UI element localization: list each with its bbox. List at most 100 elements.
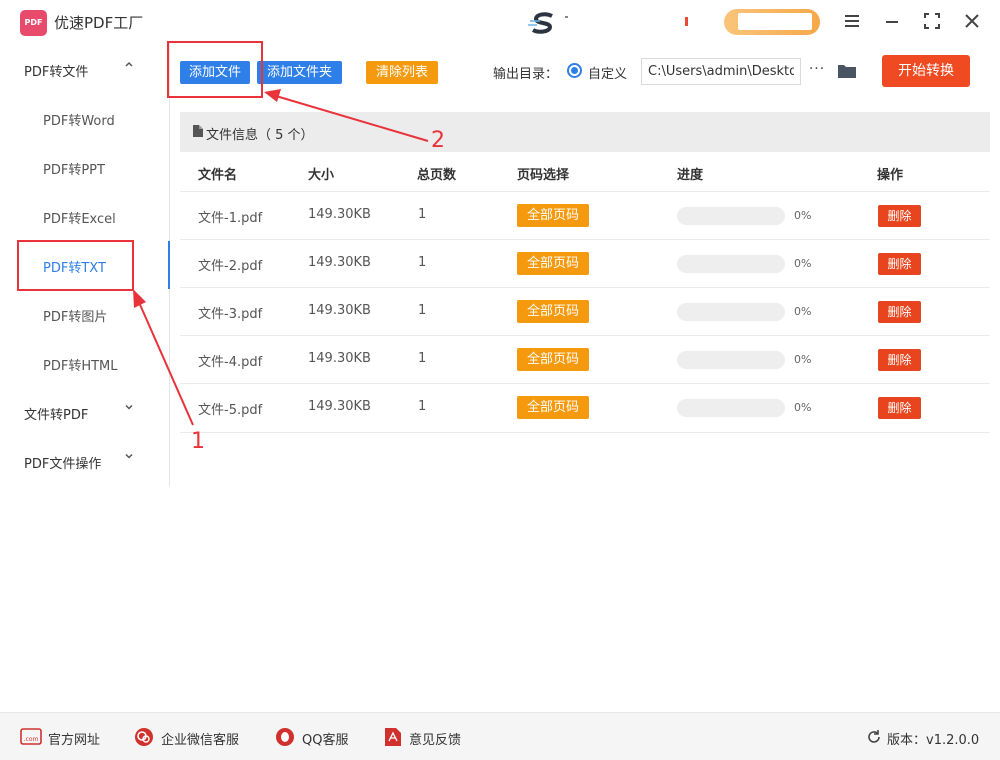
output-dir-label: 输出目录： (493, 67, 559, 82)
sidebar-group-label: PDF文件操作 (24, 457, 102, 472)
separator-dot (565, 16, 568, 18)
chevron-up-icon (124, 59, 134, 72)
file-size: 149.30KB (308, 303, 371, 318)
promo-pill-inner (738, 13, 812, 30)
minimize-icon[interactable] (880, 9, 904, 33)
annotation-box-pdf-to-txt (17, 240, 134, 291)
sidebar-group-pdf-to-file[interactable]: PDF转文件 (0, 45, 170, 93)
file-panel: 文件信息（ 5 个） 文件名 大小 总页数 页码选择 进度 操作 文件-1.pd… (180, 112, 990, 702)
column-header-size: 大小 (308, 168, 335, 183)
version-label: 版本：v1.2.0.0 (887, 733, 980, 748)
toolbar: 添加文件 添加文件夹 清除列表 输出目录： 自定义 ··· 开始转换 (170, 43, 1000, 100)
promo-pill[interactable] (724, 9, 820, 35)
sidebar-group-label: PDF转文件 (24, 65, 89, 80)
table-empty-area (180, 432, 990, 702)
table-row: 文件-2.pdf 149.30KB 1 全部页码 0% 删除 (180, 239, 990, 287)
sidebar-item-pdf-to-word[interactable]: PDF转Word (0, 94, 170, 142)
delete-button[interactable]: 删除 (878, 253, 921, 275)
document-icon (193, 125, 203, 137)
page-count: 1 (418, 255, 427, 270)
close-icon[interactable] (960, 9, 984, 33)
page-select-button[interactable]: 全部页码 (517, 252, 589, 275)
table-row: 文件-3.pdf 149.30KB 1 全部页码 0% 删除 (180, 287, 990, 335)
feedback-label: 意见反馈 (409, 733, 462, 748)
custom-dir-radio-label[interactable]: 自定义 (588, 63, 627, 82)
delete-button[interactable]: 删除 (878, 349, 921, 371)
chevron-down-icon (124, 451, 134, 464)
table-row: 文件-1.pdf 149.30KB 1 全部页码 0% 删除 (180, 191, 990, 239)
sidebar-item-pdf-to-ppt[interactable]: PDF转PPT (0, 143, 170, 191)
file-size: 149.30KB (308, 207, 371, 222)
folder-icon[interactable] (837, 63, 857, 79)
annotation-label-2: 2 (431, 128, 445, 153)
notification-mark (685, 17, 688, 26)
file-name: 文件-3.pdf (198, 307, 263, 322)
progress-percent: 0% (794, 305, 812, 318)
file-name: 文件-2.pdf (198, 259, 263, 274)
file-size: 149.30KB (308, 351, 371, 366)
sidebar-item-label: PDF转PPT (43, 163, 105, 178)
file-table: 文件名 大小 总页数 页码选择 进度 操作 文件-1.pdf 149.30KB … (180, 152, 990, 432)
progress-bar (677, 399, 785, 417)
qq-icon (276, 728, 294, 746)
progress-percent: 0% (794, 209, 812, 222)
progress-bar (677, 351, 785, 369)
start-convert-button[interactable]: 开始转换 (882, 55, 970, 87)
page-select-button[interactable]: 全部页码 (517, 300, 589, 323)
sidebar-group-pdf-operations[interactable]: PDF文件操作 (0, 437, 170, 485)
wechat-service-link[interactable]: 企业微信客服 (133, 727, 253, 748)
sidebar-item-pdf-to-image[interactable]: PDF转图片 (0, 290, 170, 338)
progress-percent: 0% (794, 257, 812, 270)
annotation-box-add-file (167, 41, 263, 98)
progress-bar (677, 303, 785, 321)
panel-header: 文件信息（ 5 个） (180, 112, 990, 152)
file-size: 149.30KB (308, 255, 371, 270)
file-size: 149.30KB (308, 399, 371, 414)
delete-button[interactable]: 删除 (878, 301, 921, 323)
column-header-page-select: 页码选择 (517, 168, 570, 183)
app-logo: PDF (20, 10, 47, 36)
website-icon: .com (20, 728, 42, 745)
delete-button[interactable]: 删除 (878, 397, 921, 419)
progress-percent: 0% (794, 401, 812, 414)
delete-button[interactable]: 删除 (878, 205, 921, 227)
table-row: 文件-5.pdf 149.30KB 1 全部页码 0% 删除 (180, 383, 990, 431)
sidebar-item-pdf-to-excel[interactable]: PDF转Excel (0, 192, 170, 240)
refresh-icon[interactable] (866, 729, 882, 745)
page-select-button[interactable]: 全部页码 (517, 204, 589, 227)
website-icon-text: .com (24, 736, 39, 743)
sidebar-group-label: 文件转PDF (24, 408, 89, 423)
clear-list-button[interactable]: 清除列表 (366, 61, 438, 84)
website-link[interactable]: .com 官方网址 (20, 727, 110, 748)
page-select-button[interactable]: 全部页码 (517, 348, 589, 371)
file-name: 文件-4.pdf (198, 355, 263, 370)
sidebar-item-label: PDF转Excel (43, 212, 116, 227)
sidebar-item-label: PDF转HTML (43, 359, 118, 374)
page-count: 1 (418, 303, 427, 318)
sidebar-item-pdf-to-html[interactable]: PDF转HTML (0, 339, 170, 387)
feedback-link[interactable]: 意见反馈 (382, 727, 472, 748)
menu-icon[interactable] (840, 9, 864, 33)
wechat-icon (135, 728, 153, 746)
page-select-button[interactable]: 全部页码 (517, 396, 589, 419)
sidebar-group-file-to-pdf[interactable]: 文件转PDF (0, 388, 170, 436)
column-header-action: 操作 (877, 168, 904, 183)
page-count: 1 (418, 351, 427, 366)
table-row: 文件-4.pdf 149.30KB 1 全部页码 0% 删除 (180, 335, 990, 383)
sidebar-item-label: PDF转Word (43, 114, 115, 129)
add-folder-button[interactable]: 添加文件夹 (257, 61, 342, 84)
page-count: 1 (418, 399, 427, 414)
progress-percent: 0% (794, 353, 812, 366)
qq-service-link[interactable]: QQ客服 (274, 727, 364, 748)
qq-label: QQ客服 (302, 733, 349, 748)
custom-dir-radio[interactable] (567, 63, 582, 78)
chevron-down-icon (124, 402, 134, 415)
more-options-button[interactable]: ··· (807, 60, 827, 80)
maximize-icon[interactable] (920, 9, 944, 33)
brand-s-icon (528, 12, 553, 34)
output-path-input[interactable] (641, 58, 801, 85)
page-count: 1 (418, 207, 427, 222)
file-name: 文件-1.pdf (198, 211, 263, 226)
column-header-name: 文件名 (198, 168, 238, 183)
progress-bar (677, 207, 785, 225)
